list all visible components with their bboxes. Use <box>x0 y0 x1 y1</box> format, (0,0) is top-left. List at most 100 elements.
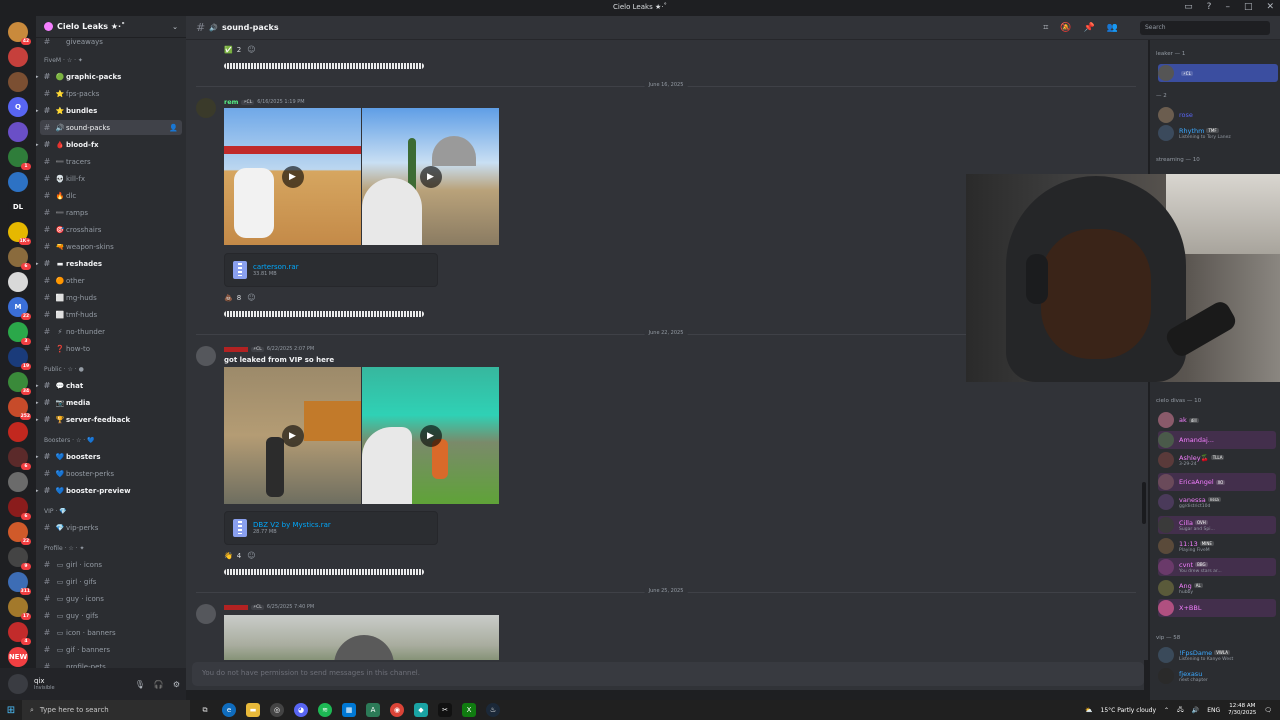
threads-icon[interactable]: ⌗ <box>1043 23 1048 33</box>
channel-item[interactable]: ▸ # ⭐ bundles <box>36 103 182 118</box>
author-name[interactable] <box>224 604 248 610</box>
server-icon[interactable]: 252 <box>8 397 31 420</box>
channel-category[interactable]: VIP · 💎 <box>44 508 67 515</box>
scrollbar[interactable] <box>1142 482 1146 524</box>
image-attachment[interactable] <box>224 615 499 660</box>
channel-category[interactable]: Profile · ☆ · ✦ <box>44 545 85 552</box>
channel-item[interactable]: # ⭐ fps-packs <box>40 86 182 101</box>
channel-item[interactable]: # 🎯 crosshairs <box>40 222 182 237</box>
channel-item[interactable]: # ▭ gif · banners <box>40 642 182 657</box>
chevron-down-icon[interactable]: ⌄ <box>172 23 178 31</box>
channel-item[interactable]: # ▭ guy · gifs <box>40 608 182 623</box>
add-reaction-icon[interactable]: ☺ <box>247 293 255 302</box>
language-indicator[interactable]: ENG <box>1207 707 1220 714</box>
chevron-up-icon[interactable]: ⌃ <box>1164 707 1169 714</box>
server-icon[interactable]: 42 <box>8 22 31 45</box>
server-icon[interactable] <box>8 272 28 292</box>
reaction-pill[interactable]: 💩 8 <box>224 294 241 302</box>
maximize-button[interactable]: □ <box>1244 2 1253 12</box>
member-item[interactable]: X+BBL <box>1158 599 1276 617</box>
network-icon[interactable]: 🖧 <box>1177 705 1184 715</box>
channel-item[interactable]: ▸ # ▬ reshades <box>36 256 182 271</box>
server-icon[interactable]: 3 <box>8 322 31 345</box>
channel-category[interactable]: FiveM · ☆ · ✦ <box>44 57 83 64</box>
member-item[interactable]: vanessa nssa gg/district10d <box>1158 493 1276 511</box>
notifications-icon[interactable]: 🔕 <box>1060 23 1071 33</box>
channel-item[interactable]: # giveaways <box>40 34 182 49</box>
channel-item[interactable]: # 🔥 dlc <box>40 188 182 203</box>
members-icon[interactable]: 👥 <box>1107 23 1118 33</box>
member-item[interactable]: rose <box>1158 106 1276 124</box>
member-item[interactable]: EricaAngel XO <box>1158 473 1276 491</box>
headphones-icon[interactable]: 🎧 <box>154 680 164 689</box>
channel-item[interactable]: # 💙 booster-perks <box>40 466 182 481</box>
channel-item[interactable]: # ⬜ mg-huds <box>40 290 182 305</box>
video-attachment[interactable]: ▶ <box>362 108 499 245</box>
server-icon[interactable]: 311 <box>8 572 31 595</box>
server-icon[interactable] <box>8 122 28 142</box>
play-icon[interactable]: ▶ <box>281 165 304 188</box>
avatar[interactable] <box>196 346 216 366</box>
channel-item[interactable]: # ⚡ no-thunder <box>40 324 182 339</box>
edge-icon[interactable]: e <box>222 703 236 717</box>
member-item[interactable]: Amandaj... <box>1158 431 1276 449</box>
member-item[interactable]: 11:13 MINE Playing FiveM <box>1158 537 1276 555</box>
channel-item[interactable]: # ▭ icon · banners <box>40 625 182 640</box>
play-icon[interactable]: ▶ <box>419 165 442 188</box>
inbox-icon[interactable]: ▭ <box>1184 2 1193 12</box>
server-icon[interactable]: 6 <box>8 497 31 520</box>
server-icon[interactable]: 19 <box>8 347 31 370</box>
app-icon[interactable]: ◆ <box>414 703 428 717</box>
member-item[interactable]: Cilla OVH Sugar and Spi... <box>1158 516 1276 534</box>
channel-category[interactable]: Boosters · ☆ · 💙 <box>44 437 95 444</box>
channel-item[interactable]: # ⬜ tmf-huds <box>40 307 182 322</box>
author-name[interactable]: rem <box>224 98 238 106</box>
windows-start-icon[interactable]: ⊞ <box>0 705 22 716</box>
video-attachment[interactable]: ▶ <box>224 108 361 245</box>
play-icon[interactable]: ▶ <box>281 424 304 447</box>
server-icon[interactable]: 6 <box>8 247 31 270</box>
file-name[interactable]: DBZ V2 by Mystics.rar <box>253 521 331 529</box>
channel-item[interactable]: # ▭ girl · gifs <box>40 574 182 589</box>
member-item[interactable]: Ang AL hubby <box>1158 579 1276 597</box>
close-button[interactable]: ✕ <box>1266 2 1274 12</box>
server-icon[interactable]: M 22 <box>8 297 31 320</box>
channel-item[interactable]: # ▭ guy · icons <box>40 591 182 606</box>
reaction-pill[interactable]: ✅ 2 <box>224 46 241 54</box>
server-icon[interactable] <box>8 72 28 92</box>
member-item[interactable]: fjexasu next chapter <box>1158 667 1276 685</box>
server-icon[interactable] <box>8 472 28 492</box>
add-member-icon[interactable]: 👤 <box>169 124 178 132</box>
help-icon[interactable]: ? <box>1207 2 1212 12</box>
server-icon[interactable]: 9 <box>8 547 31 570</box>
search-input[interactable]: Search <box>1140 20 1270 35</box>
reaction-pill[interactable]: 👋 4 <box>224 552 241 560</box>
file-attachment[interactable]: DBZ V2 by Mystics.rar 28.77 MB <box>224 511 438 545</box>
file-explorer-icon[interactable]: ▬ <box>246 703 260 717</box>
channel-item[interactable]: # ➖ ramps <box>40 205 182 220</box>
member-item[interactable]: !FpsDame VWLA Listening to Kanye West <box>1158 646 1276 664</box>
xbox-icon[interactable]: X <box>462 703 476 717</box>
add-reaction-icon[interactable]: ☺ <box>247 45 255 54</box>
avatar[interactable] <box>8 674 28 694</box>
clock[interactable]: 12:48 AM 7/30/2025 <box>1228 703 1256 717</box>
channel-item[interactable]: # 🔊 sound-packs 👤 <box>40 120 182 135</box>
avatar[interactable] <box>196 98 216 118</box>
channel-item[interactable]: ▸ # 🩸 blood-fx <box>36 137 182 152</box>
taskbar-search[interactable]: ⌕ Type here to search <box>22 700 190 720</box>
capcut-icon[interactable]: ✂ <box>438 703 452 717</box>
server-icon[interactable] <box>8 47 28 67</box>
server-icon[interactable]: 4 <box>8 622 31 645</box>
server-icon[interactable]: 6 <box>8 447 31 470</box>
file-name[interactable]: carterson.rar <box>253 263 299 271</box>
server-icon[interactable] <box>8 172 28 192</box>
channel-item[interactable]: ▸ # 📷 media <box>36 395 182 410</box>
microphone-icon[interactable]: 🎙 <box>135 680 145 689</box>
file-attachment[interactable]: carterson.rar 33.81 MB <box>224 253 438 287</box>
channel-item[interactable]: # 🔫 weapon-skins <box>40 239 182 254</box>
channel-item[interactable]: ▸ # 💙 booster-preview <box>36 483 182 498</box>
channel-item[interactable]: # 💀 kill-fx <box>40 171 182 186</box>
message-input[interactable]: You do not have permission to send messa… <box>192 662 1144 686</box>
channel-item[interactable]: ▸ # 💙 boosters <box>36 449 182 464</box>
chrome-icon[interactable]: ◉ <box>390 703 404 717</box>
